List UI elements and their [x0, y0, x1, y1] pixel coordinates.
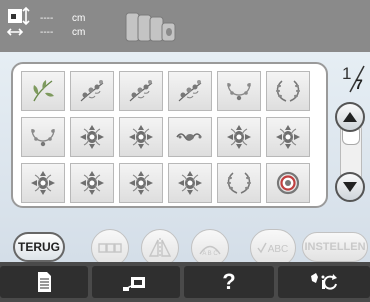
floral-spray-icon	[80, 80, 104, 102]
arc-text-label: A B C	[202, 251, 218, 257]
width-value: ----	[40, 13, 54, 24]
pattern-dimensions: ---- cm ---- cm	[40, 12, 85, 40]
pattern-button[interactable]	[70, 71, 114, 111]
total-pages: 7	[355, 76, 363, 92]
settings-button[interactable]	[278, 266, 370, 298]
pattern-grid-frame	[11, 62, 328, 208]
arc-text-icon: A B C	[199, 245, 221, 257]
pattern-button[interactable]	[217, 163, 261, 203]
page-scroller	[331, 102, 369, 202]
ornament-icon	[178, 171, 202, 195]
ornament-icon	[129, 171, 153, 195]
floral-arc-icon	[31, 128, 55, 147]
check-text-icon: ABC	[257, 242, 289, 255]
leaf-sprig-icon	[33, 80, 54, 102]
height-value: ----	[40, 27, 54, 38]
pattern-button[interactable]	[168, 71, 212, 111]
pattern-selection-area: 1 7 TERUG A B C ABC INSTELLEN	[0, 52, 370, 267]
pattern-button[interactable]	[119, 163, 163, 203]
help-button[interactable]: ?	[184, 266, 274, 298]
pattern-button[interactable]	[119, 71, 163, 111]
pattern-button[interactable]	[70, 163, 114, 203]
pattern-size-icon	[6, 6, 30, 36]
check-text-label: ABC	[268, 244, 289, 255]
floral-spray-icon	[129, 80, 153, 102]
height-unit: cm	[72, 27, 86, 38]
triangle-up-icon	[343, 112, 357, 122]
pattern-button[interactable]	[266, 117, 310, 157]
set-button[interactable]: INSTELLEN	[302, 232, 368, 262]
pattern-button[interactable]	[217, 117, 261, 157]
floral-spray-icon	[178, 80, 202, 102]
circle-frame-icon	[276, 171, 300, 195]
pattern-button[interactable]	[21, 117, 65, 157]
pattern-button[interactable]	[70, 117, 114, 157]
embroidery-frame-button[interactable]	[92, 266, 180, 298]
pattern-button[interactable]	[266, 71, 310, 111]
floral-arc-icon	[227, 82, 251, 101]
pattern-button[interactable]	[21, 71, 65, 111]
ornament-icon	[80, 125, 104, 149]
pattern-button[interactable]	[119, 117, 163, 157]
embroidery-frame-icon	[123, 277, 145, 291]
page-indicator: 1 7	[338, 64, 370, 94]
document-button[interactable]	[0, 266, 88, 298]
back-button[interactable]: TERUG	[13, 232, 65, 262]
triangle-down-icon	[343, 182, 357, 192]
laurel-wreath-icon	[227, 172, 251, 194]
array-squares-icon	[98, 243, 122, 253]
scroll-down-button[interactable]	[335, 172, 365, 202]
pattern-button[interactable]	[217, 71, 261, 111]
mirror-icon	[148, 238, 172, 258]
pattern-button[interactable]	[266, 163, 310, 203]
pattern-button[interactable]	[168, 163, 212, 203]
top-bar: ---- cm ---- cm	[0, 0, 370, 52]
bottom-toolbar: ?	[0, 262, 370, 302]
pattern-grid	[21, 71, 310, 203]
laurel-wreath-icon	[276, 80, 300, 102]
scroll-up-button[interactable]	[335, 102, 365, 132]
ornament-icon	[227, 125, 251, 149]
ornament-icon	[31, 171, 55, 195]
ornament-icon	[129, 125, 153, 149]
pattern-button[interactable]	[168, 117, 212, 157]
ornament-icon	[276, 125, 300, 149]
pattern-button[interactable]	[21, 163, 65, 203]
document-icon	[38, 272, 51, 292]
ornament-icon	[80, 171, 104, 195]
thread-spools-icon	[125, 12, 176, 42]
width-unit: cm	[72, 13, 86, 24]
help-icon: ?	[222, 269, 236, 294]
settings-icon	[311, 273, 337, 290]
border-scroll-icon	[176, 133, 202, 141]
